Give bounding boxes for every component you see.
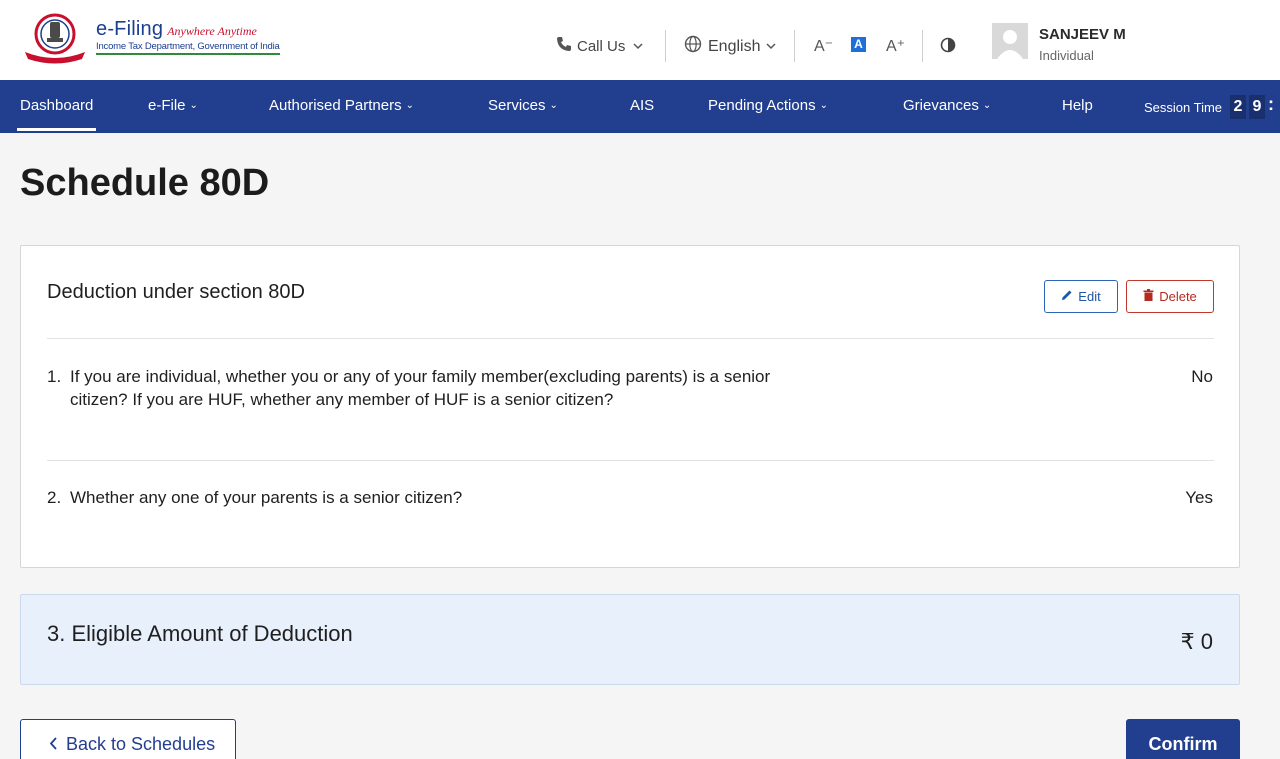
edit-label: Edit [1078,289,1101,304]
question-number: 1. [47,367,62,386]
phone-icon [556,36,572,56]
nav-efile[interactable]: e-File ⌄ [148,97,198,114]
chevron-down-icon: ⌄ [982,100,992,111]
brand-subtitle: Income Tax Department, Government of Ind… [96,41,280,55]
brand-tagline: Anywhere Anytime [167,24,257,38]
trash-icon [1143,289,1154,304]
eligible-amount-label: 3. Eligible Amount of Deduction [47,621,353,646]
nav-services[interactable]: Services ⌄ [488,97,558,114]
question-number: 2. [47,488,62,507]
session-colon: : [1268,94,1274,114]
nav-dashboard[interactable]: Dashboard [20,97,93,114]
nav-ais[interactable]: AIS [630,97,654,114]
edit-button[interactable]: Edit [1044,280,1118,313]
call-us-dropdown[interactable]: Call Us [556,36,643,56]
font-decrease-button[interactable]: A⁻ [814,36,833,56]
session-digit: 9 [1249,95,1265,119]
font-normal-button[interactable]: A [851,37,866,52]
card-title: Deduction under section 80D [47,281,305,303]
header-divider [794,30,795,62]
eligible-amount-value: ₹ 0 [1180,629,1213,654]
eligible-amount-panel: 3. Eligible Amount of Deduction ₹ 0 [20,594,1240,685]
main-navbar: Dashboard e-File ⌄ Authorised Partners ⌄ S… [0,80,1280,133]
divider [47,460,1214,461]
header-divider [665,30,666,62]
avatar[interactable] [992,23,1028,59]
nav-active-indicator [17,128,96,131]
confirm-button[interactable]: Confirm [1126,719,1240,759]
chevron-down-icon [766,38,777,56]
user-name[interactable]: SANJEEV M [1039,26,1126,43]
globe-icon [684,35,702,58]
chevron-down-icon: ⌄ [189,100,198,111]
nav-pending-actions[interactable]: Pending Actions ⌄ [708,97,828,114]
chevron-down-icon: ⌄ [405,100,414,111]
top-header: e-Filing Anywhere Anytime Income Tax Depa… [0,0,1280,80]
pencil-icon [1061,289,1073,304]
nav-help[interactable]: Help [1062,97,1093,114]
emblem-icon [20,12,90,64]
header-divider [922,30,923,62]
delete-button[interactable]: Delete [1126,280,1214,313]
question-answer: Yes [1185,488,1213,507]
page-title: Schedule 80D [20,162,270,204]
font-increase-button[interactable]: A⁺ [886,36,905,56]
question-text: If you are individual, whether you or an… [70,367,771,409]
language-label: English [708,37,761,55]
chevron-left-icon [49,734,57,755]
chevron-down-icon [633,38,643,55]
nav-authorised-partners[interactable]: Authorised Partners ⌄ [269,97,414,114]
brand-name: e-Filing [96,18,164,40]
contrast-icon[interactable] [940,37,956,58]
question-answer: No [1191,367,1213,386]
delete-label: Delete [1159,289,1197,304]
chevron-down-icon: ⌄ [819,100,828,111]
session-time-label: Session Time [1144,100,1223,115]
question-text: Whether any one of your parents is a sen… [70,488,463,507]
user-role: Individual [1039,48,1094,63]
call-us-label: Call Us [577,37,626,55]
language-dropdown[interactable]: English [684,35,777,58]
back-to-schedules-button[interactable]: Back to Schedules [20,719,236,759]
chevron-down-icon: ⌄ [549,100,558,111]
divider [47,338,1214,339]
nav-grievances[interactable]: Grievances ⌄ [903,97,991,114]
back-label: Back to Schedules [66,733,216,754]
session-digit: 2 [1230,95,1246,119]
efiling-logo[interactable]: e-Filing Anywhere Anytime Income Tax Depa… [20,12,280,64]
deduction-card: Deduction under section 80D Edit Delete … [20,245,1240,568]
